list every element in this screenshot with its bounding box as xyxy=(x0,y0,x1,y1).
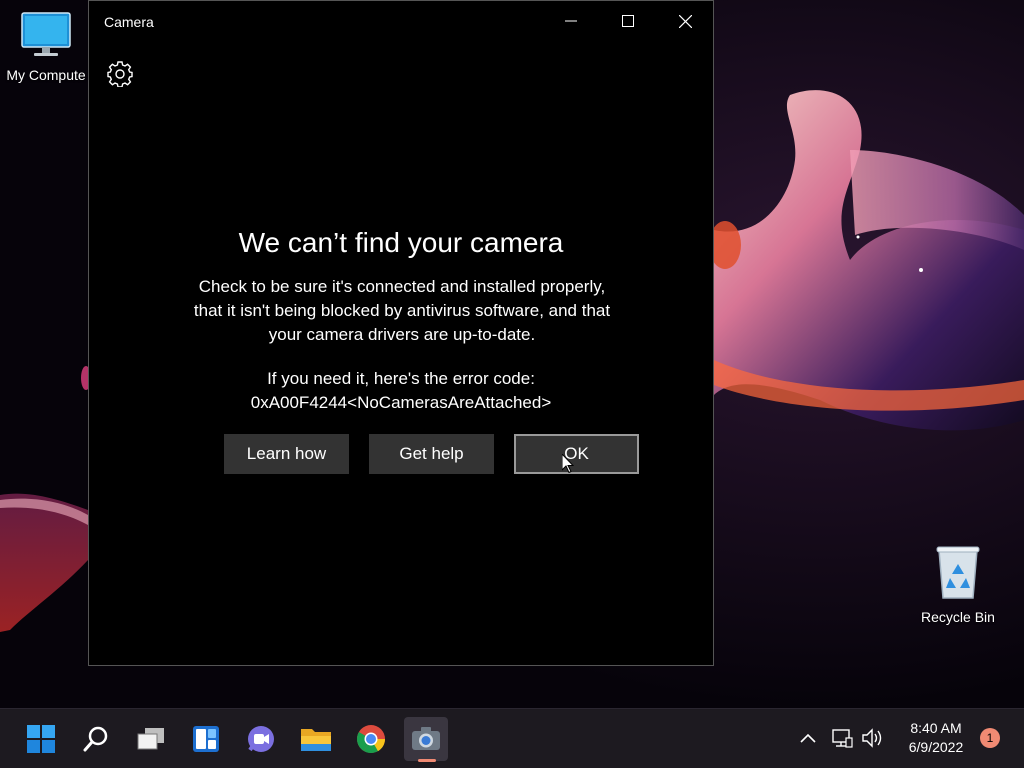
search-icon xyxy=(83,726,108,752)
chrome-icon xyxy=(357,725,385,753)
minimize-icon xyxy=(565,20,577,22)
ok-button[interactable]: OK xyxy=(514,434,639,474)
widgets-icon xyxy=(193,726,219,752)
recycle-bin-icon xyxy=(936,546,980,599)
task-view-button[interactable] xyxy=(129,717,173,761)
get-help-button[interactable]: Get help xyxy=(369,434,494,474)
clock-time: 8:40 AM xyxy=(910,720,962,736)
close-icon xyxy=(678,14,692,28)
desktop-icon-my-computer[interactable]: My Compute xyxy=(0,10,92,83)
notification-badge[interactable]: 1 xyxy=(980,728,1000,748)
settings-button[interactable] xyxy=(107,61,133,88)
volume-icon xyxy=(862,728,882,748)
start-icon xyxy=(27,725,55,753)
error-title: We can’t find your camera xyxy=(238,227,564,258)
chrome-button[interactable] xyxy=(349,717,393,761)
taskbar: 8:40 AM 6/9/2022 1 xyxy=(0,708,1024,768)
error-code: 0xA00F4244<NoCamerasAreAttached> xyxy=(250,393,552,412)
my-computer-label: My Compute xyxy=(6,67,86,83)
network-icon xyxy=(832,729,853,748)
camera-window: Camera We can’t find your camera Check t… xyxy=(88,0,714,666)
show-hidden-icons-button[interactable] xyxy=(795,725,821,751)
volume-button[interactable] xyxy=(860,725,886,751)
teams-chat-icon xyxy=(248,726,274,752)
window-title: Camera xyxy=(104,14,154,30)
gear-icon xyxy=(107,61,133,88)
recycle-bin-label: Recycle Bin xyxy=(921,609,995,625)
error-code-label: If you need it, here's the error code: xyxy=(267,369,535,388)
monitor-icon xyxy=(21,12,71,56)
learn-how-button[interactable]: Learn how xyxy=(224,434,349,474)
title-bar[interactable]: Camera xyxy=(89,1,713,43)
task-view-icon xyxy=(137,728,164,750)
error-description: Check to be sure it's connected and inst… xyxy=(193,277,611,344)
teams-chat-button[interactable] xyxy=(239,717,283,761)
widgets-button[interactable] xyxy=(184,717,228,761)
chevron-up-icon xyxy=(800,733,816,743)
maximize-icon xyxy=(622,15,634,27)
file-explorer-button[interactable] xyxy=(294,717,338,761)
mouse-cursor-icon xyxy=(562,454,574,473)
camera-app-button[interactable] xyxy=(404,717,448,761)
minimize-button[interactable] xyxy=(543,1,599,41)
network-button[interactable] xyxy=(829,725,855,751)
camera-icon xyxy=(412,727,440,750)
desktop-icon-recycle-bin[interactable]: Recycle Bin xyxy=(912,544,1004,625)
maximize-button[interactable] xyxy=(600,1,656,41)
close-button[interactable] xyxy=(657,1,713,41)
search-button[interactable] xyxy=(74,717,118,761)
file-explorer-icon xyxy=(301,729,331,751)
start-button[interactable] xyxy=(19,717,63,761)
active-app-indicator xyxy=(418,759,436,762)
clock-date: 6/9/2022 xyxy=(908,739,964,755)
clock[interactable]: 8:40 AM 6/9/2022 xyxy=(896,719,976,757)
